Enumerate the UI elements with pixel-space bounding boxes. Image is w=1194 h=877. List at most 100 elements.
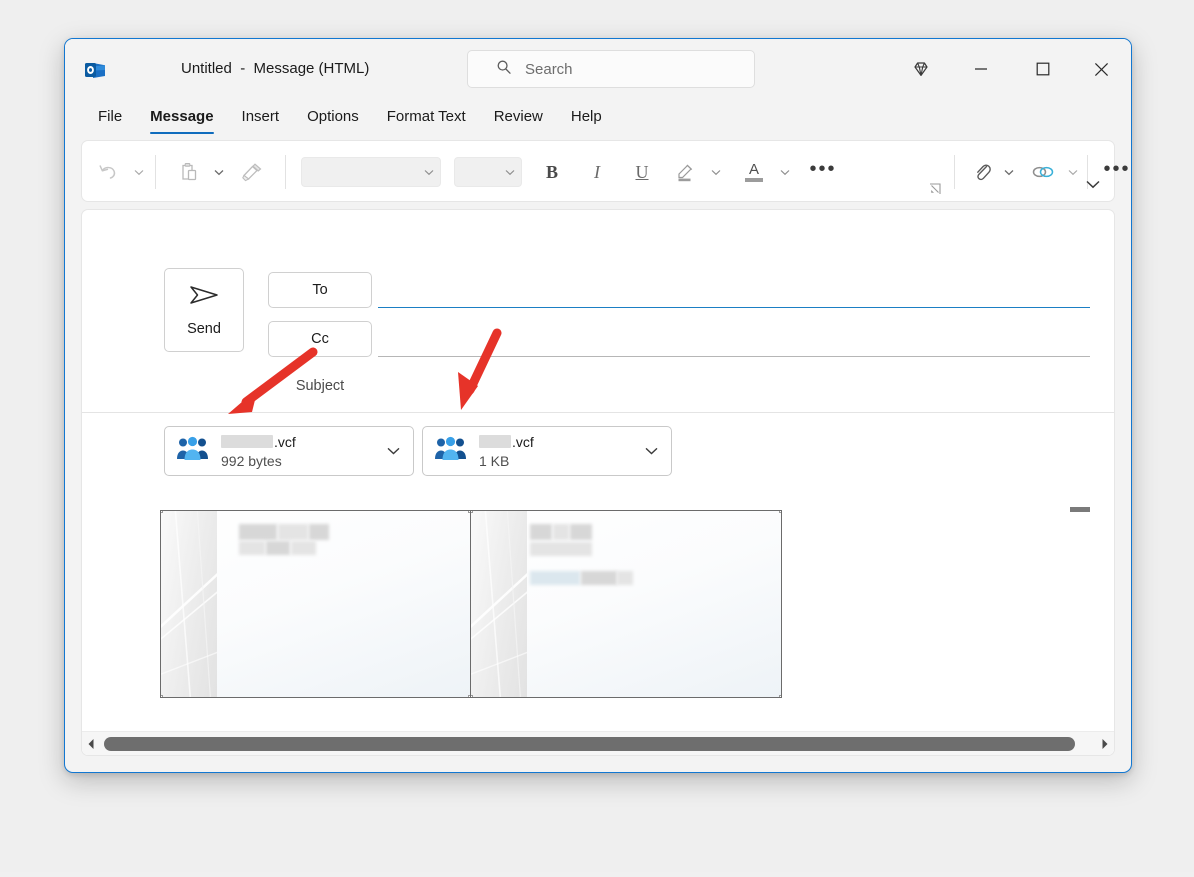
search-input[interactable]: Search (467, 50, 755, 88)
electronic-business-card[interactable] (471, 510, 782, 698)
card-texture-band (161, 511, 217, 697)
text-highlight-button[interactable] (668, 156, 702, 188)
outlook-icon (84, 59, 106, 81)
tab-message[interactable]: Message (136, 101, 227, 135)
send-button[interactable]: Send (164, 268, 244, 352)
font-color-swatch (745, 178, 763, 182)
tab-options[interactable]: Options (293, 101, 373, 135)
tab-file[interactable]: File (84, 101, 136, 135)
subject-input[interactable] (378, 370, 1090, 402)
close-icon[interactable] (1079, 47, 1123, 91)
search-placeholder: Search (525, 60, 573, 78)
scroll-right-arrow[interactable] (1096, 733, 1114, 755)
more-font-options-button[interactable]: ••• (804, 156, 842, 188)
attachment-extension: .vcf (274, 433, 296, 450)
undo-button[interactable] (91, 156, 125, 188)
diamond-icon[interactable] (899, 47, 943, 91)
tab-format-text[interactable]: Format Text (373, 101, 480, 135)
horizontal-scrollbar[interactable] (82, 731, 1114, 755)
ellipsis-icon: ••• (1103, 158, 1131, 180)
redacted-text (309, 524, 329, 540)
scrollbar-track[interactable] (100, 733, 1096, 755)
redacted-text (581, 571, 617, 585)
underline-button[interactable]: U (625, 156, 659, 188)
selection-handle[interactable] (161, 695, 163, 697)
attachment-size: 992 bytes (221, 452, 282, 469)
card-texture-band (471, 511, 527, 697)
maximize-icon[interactable] (1021, 47, 1065, 91)
attachment-extension: .vcf (512, 433, 534, 450)
to-input[interactable] (378, 272, 1090, 308)
font-size-combobox[interactable] (454, 157, 522, 187)
attachment-chip[interactable]: .vcf 1 KB (422, 426, 672, 476)
electronic-business-card[interactable] (160, 510, 471, 698)
scroll-left-arrow[interactable] (82, 733, 100, 755)
attachment-divider (82, 412, 1114, 413)
attachment-meta: .vcf 992 bytes (221, 434, 296, 469)
insert-link-button[interactable] (1026, 156, 1060, 188)
tab-insert[interactable]: Insert (228, 101, 294, 135)
redacted-text (291, 541, 316, 555)
send-label: Send (187, 321, 221, 337)
redacted-filename (479, 435, 511, 448)
redacted-text (239, 524, 277, 540)
window-title: Untitled - Message (HTML) (181, 60, 370, 77)
attachment-name-row: .vcf (221, 434, 296, 450)
redacted-text (530, 542, 592, 556)
dialog-launcher-icon[interactable] (927, 181, 943, 197)
highlight-dropdown-chevron-icon[interactable] (707, 157, 725, 187)
compose-pane: Send To Cc Subject .vcf 992 bytes .vcf 1… (81, 209, 1115, 756)
send-plane-icon (188, 283, 220, 312)
undo-dropdown-chevron-icon[interactable] (130, 157, 148, 187)
chevron-down-icon[interactable] (383, 441, 403, 461)
attachment-name-row: .vcf (479, 434, 534, 450)
redacted-text (239, 541, 265, 555)
underline-label: U (635, 161, 649, 182)
attachment-chip[interactable]: .vcf 992 bytes (164, 426, 414, 476)
selection-handle[interactable] (471, 695, 473, 697)
attachment-size: 1 KB (479, 452, 510, 469)
format-painter-button[interactable] (235, 156, 269, 188)
ribbon-separator (285, 155, 286, 189)
search-icon (496, 59, 512, 80)
expand-ribbon-chevron-icon[interactable] (1080, 171, 1106, 197)
contacts-people-icon (176, 435, 210, 468)
ribbon-toolbar: B I U A ••• ••• (81, 140, 1128, 202)
subject-label: Subject (295, 378, 345, 394)
redacted-filename (221, 435, 273, 448)
selection-handle[interactable] (471, 511, 473, 513)
redacted-text (530, 571, 580, 585)
cc-button[interactable]: Cc (268, 321, 372, 357)
selection-handle[interactable] (779, 511, 781, 513)
selection-handle[interactable] (161, 511, 163, 513)
message-body[interactable] (82, 496, 1114, 755)
cc-input[interactable] (378, 321, 1090, 357)
minimize-icon[interactable] (959, 47, 1003, 91)
font-color-button[interactable]: A (737, 156, 771, 188)
tab-review[interactable]: Review (480, 101, 557, 135)
ribbon-separator (954, 155, 955, 189)
font-name-combobox[interactable] (301, 157, 441, 187)
paste-button[interactable] (172, 156, 206, 188)
chevron-down-icon[interactable] (641, 441, 661, 461)
attach-dropdown-chevron-icon[interactable] (1000, 157, 1018, 187)
paste-dropdown-chevron-icon[interactable] (210, 157, 228, 187)
italic-label: I (594, 161, 600, 182)
ribbon-separator (155, 155, 156, 189)
redacted-text (266, 541, 290, 555)
attach-file-button[interactable] (967, 156, 999, 188)
redacted-text (530, 524, 552, 540)
redacted-text (278, 524, 308, 540)
scroll-thumb[interactable] (104, 736, 1076, 751)
bold-button[interactable]: B (535, 156, 569, 188)
bold-label: B (545, 161, 558, 182)
italic-button[interactable]: I (580, 156, 614, 188)
redacted-text (617, 571, 633, 585)
font-color-dropdown-chevron-icon[interactable] (776, 157, 794, 187)
ribbon-tab-bar: File Message Insert Options Format Text … (65, 101, 1131, 139)
font-color-label: A (748, 161, 759, 178)
to-button[interactable]: To (268, 272, 372, 308)
tab-help[interactable]: Help (557, 101, 616, 135)
selection-handle[interactable] (779, 695, 781, 697)
ellipsis-icon: ••• (809, 158, 837, 180)
